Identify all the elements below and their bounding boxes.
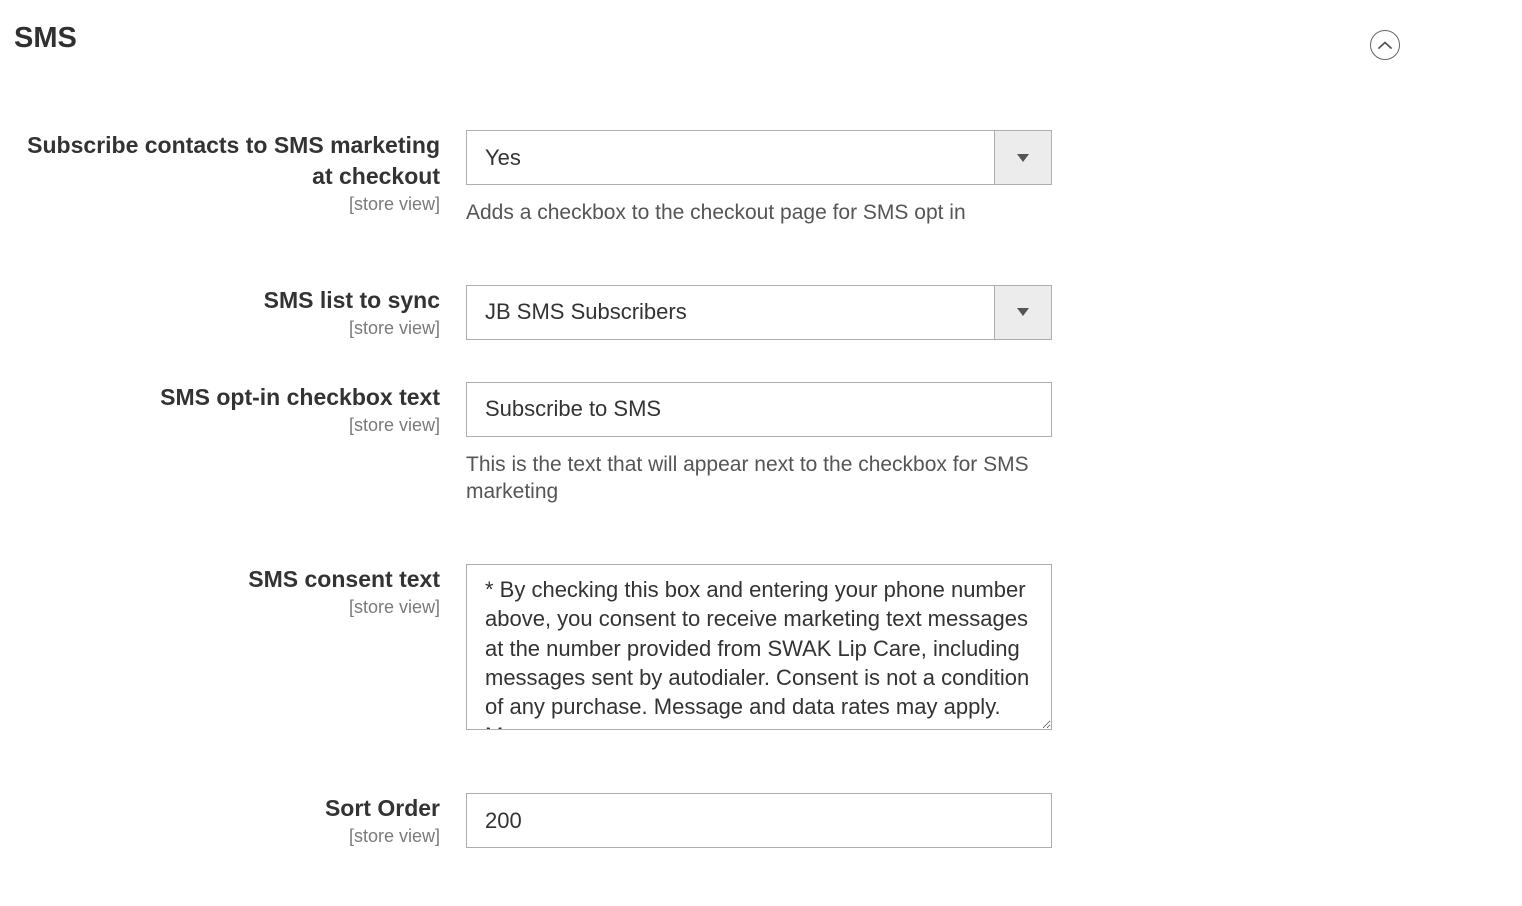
form-area: Subscribe contacts to SMS marketing at c… (14, 72, 1508, 848)
field-label: Subscribe contacts to SMS marketing at c… (14, 130, 440, 192)
select-value: JB SMS Subscribers (467, 286, 994, 339)
field-checkbox-text: SMS opt-in checkbox text [store view] Th… (14, 382, 1508, 506)
field-label: SMS list to sync (14, 285, 440, 316)
select-arrow (994, 131, 1051, 184)
section-title: SMS (14, 22, 77, 55)
control-col: This is the text that will appear next t… (466, 382, 1052, 506)
label-col: SMS opt-in checkbox text [store view] (14, 382, 466, 436)
field-help: Adds a checkbox to the checkout page for… (466, 199, 1052, 227)
sms-config-section: SMS Subscribe contacts to SMS marketing … (0, 0, 1522, 888)
control-col: Yes Adds a checkbox to the checkout page… (466, 130, 1052, 227)
chevron-up-icon (1378, 41, 1392, 50)
field-label: SMS opt-in checkbox text (14, 382, 440, 413)
field-scope: [store view] (14, 826, 440, 847)
select-arrow (994, 286, 1051, 339)
consent-textarea[interactable] (466, 564, 1052, 730)
control-col: JB SMS Subscribers (466, 285, 1052, 340)
field-consent: SMS consent text [store view] (14, 564, 1508, 735)
field-label: Sort Order (14, 793, 440, 824)
subscribe-select[interactable]: Yes (466, 130, 1052, 185)
field-label: SMS consent text (14, 564, 440, 595)
collapse-toggle-button[interactable] (1370, 30, 1400, 60)
caret-down-icon (1017, 154, 1029, 162)
list-select[interactable]: JB SMS Subscribers (466, 285, 1052, 340)
label-col: SMS list to sync [store view] (14, 285, 466, 339)
label-col: Sort Order [store view] (14, 793, 466, 847)
field-scope: [store view] (14, 415, 440, 436)
select-value: Yes (467, 131, 994, 184)
control-col (466, 793, 1052, 848)
control-col (466, 564, 1052, 735)
field-help: This is the text that will appear next t… (466, 451, 1052, 506)
caret-down-icon (1017, 308, 1029, 316)
field-subscribe: Subscribe contacts to SMS marketing at c… (14, 130, 1508, 227)
field-sort-order: Sort Order [store view] (14, 793, 1508, 848)
section-header: SMS (14, 18, 1508, 72)
checkbox-text-input[interactable] (466, 382, 1052, 437)
field-list: SMS list to sync [store view] JB SMS Sub… (14, 285, 1508, 340)
label-col: Subscribe contacts to SMS marketing at c… (14, 130, 466, 215)
label-col: SMS consent text [store view] (14, 564, 466, 618)
sort-order-input[interactable] (466, 793, 1052, 848)
field-scope: [store view] (14, 597, 440, 618)
field-scope: [store view] (14, 318, 440, 339)
field-scope: [store view] (14, 194, 440, 215)
